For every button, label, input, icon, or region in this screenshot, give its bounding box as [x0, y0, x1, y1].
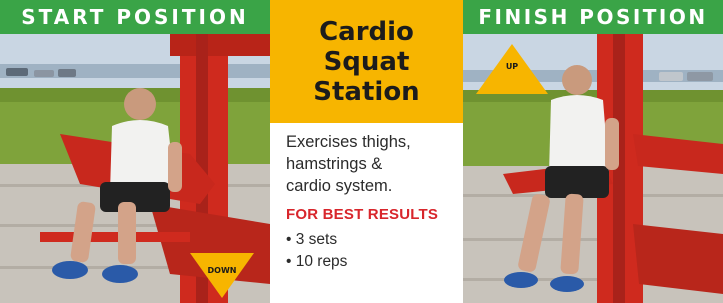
recommendation-sets: • 3 sets [286, 231, 338, 248]
station-title-line-3: Station [313, 76, 420, 107]
station-title: Cardio Squat Station [270, 0, 463, 123]
recommendation-reps: • 10 reps [286, 253, 348, 270]
station-title-line-1: Cardio [319, 16, 414, 47]
description-line-1: Exercises thighs, [286, 133, 411, 151]
exercise-sign: START POSITION DOWN Cardio Squat Station… [0, 0, 723, 303]
station-description: Exercises thighs, hamstrings & cardio sy… [286, 131, 456, 197]
up-arrow-label: UP [505, 62, 519, 71]
description-line-3: cardio system. [286, 177, 393, 195]
start-position-banner: START POSITION [0, 0, 270, 34]
recommendation-list: • 3 sets • 10 reps [286, 229, 347, 273]
down-arrow-icon [190, 253, 254, 298]
station-info: Exercises thighs, hamstrings & cardio sy… [270, 123, 463, 303]
best-results-heading: FOR BEST RESULTS [286, 206, 439, 223]
description-line-2: hamstrings & [286, 155, 383, 173]
station-title-line-2: Squat [323, 46, 410, 77]
down-arrow-label: DOWN [207, 266, 237, 275]
finish-position-banner: FINISH POSITION [463, 0, 723, 34]
